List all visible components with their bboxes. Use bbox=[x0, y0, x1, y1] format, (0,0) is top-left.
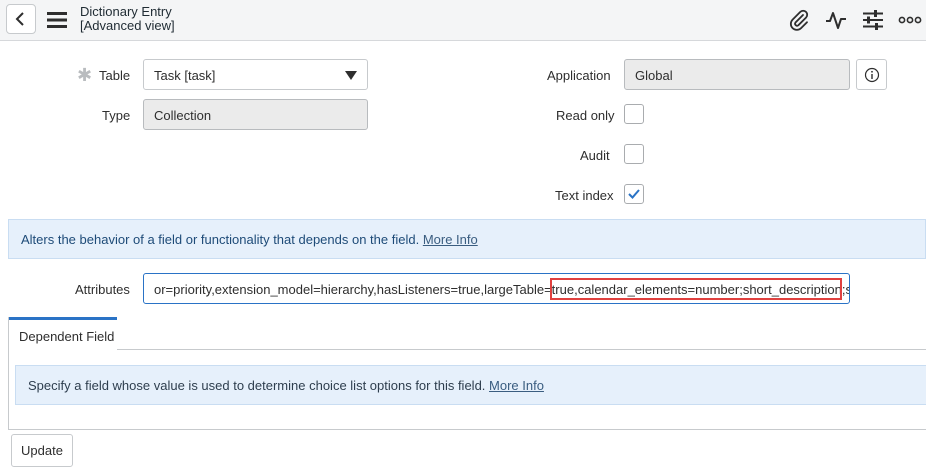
application-info-button[interactable] bbox=[856, 59, 887, 90]
application-field[interactable]: Global bbox=[624, 59, 850, 90]
attributes-label: Attributes bbox=[75, 282, 130, 297]
table-select-value: Task [task] bbox=[154, 68, 216, 83]
audit-checkbox[interactable] bbox=[624, 144, 644, 164]
type-value: Collection bbox=[154, 108, 212, 123]
read-only-label: Read only bbox=[556, 108, 615, 123]
more-options-icon[interactable] bbox=[897, 8, 923, 32]
tab-divider bbox=[117, 349, 926, 350]
dependent-field-info-message: Specify a field whose value is used to d… bbox=[15, 365, 926, 405]
paperclip-icon[interactable] bbox=[786, 8, 812, 32]
attributes-info-message: Alters the behavior of a field or functi… bbox=[8, 219, 926, 259]
related-tab-panel: Dependent Field Specify a field whose va… bbox=[8, 317, 926, 430]
application-value: Global bbox=[635, 68, 673, 83]
info-message-text: Specify a field whose value is used to d… bbox=[28, 378, 544, 393]
form-title: Dictionary Entry bbox=[80, 4, 172, 19]
more-info-link[interactable]: More Info bbox=[423, 232, 478, 247]
text-index-checkbox[interactable] bbox=[624, 184, 644, 204]
info-message-text: Alters the behavior of a field or functi… bbox=[21, 232, 478, 247]
application-label: Application bbox=[547, 68, 611, 83]
activity-icon[interactable] bbox=[823, 8, 849, 32]
type-field[interactable]: Collection bbox=[143, 99, 368, 130]
update-button[interactable]: Update bbox=[11, 434, 73, 467]
audit-label: Audit bbox=[580, 148, 610, 163]
type-label: Type bbox=[102, 108, 131, 123]
text-index-label: Text index bbox=[555, 188, 614, 203]
table-select[interactable]: Task [task] bbox=[143, 59, 368, 90]
tab-dependent-field[interactable]: Dependent Field bbox=[9, 317, 117, 349]
back-icon bbox=[15, 12, 24, 26]
back-button[interactable] bbox=[6, 4, 36, 34]
attributes-input[interactable]: or=priority,extension_model=hierarchy,ha… bbox=[143, 273, 850, 304]
caret-down-icon bbox=[345, 71, 357, 80]
page-title: Dictionary Entry [Advanced view] bbox=[80, 5, 175, 33]
form-view-name: [Advanced view] bbox=[80, 18, 175, 33]
checkmark-icon bbox=[628, 189, 640, 199]
settings-sliders-icon[interactable] bbox=[860, 8, 886, 32]
table-label: Table bbox=[99, 68, 131, 83]
highlight-box bbox=[550, 278, 842, 300]
read-only-checkbox[interactable] bbox=[624, 104, 644, 124]
more-info-link[interactable]: More Info bbox=[489, 378, 544, 393]
mandatory-icon: ✱ bbox=[77, 65, 93, 85]
info-icon bbox=[864, 67, 879, 82]
tab-label: Dependent Field bbox=[19, 329, 115, 344]
hamburger-menu-icon[interactable] bbox=[46, 10, 68, 30]
form-header: Dictionary Entry [Advanced view] bbox=[0, 0, 926, 41]
